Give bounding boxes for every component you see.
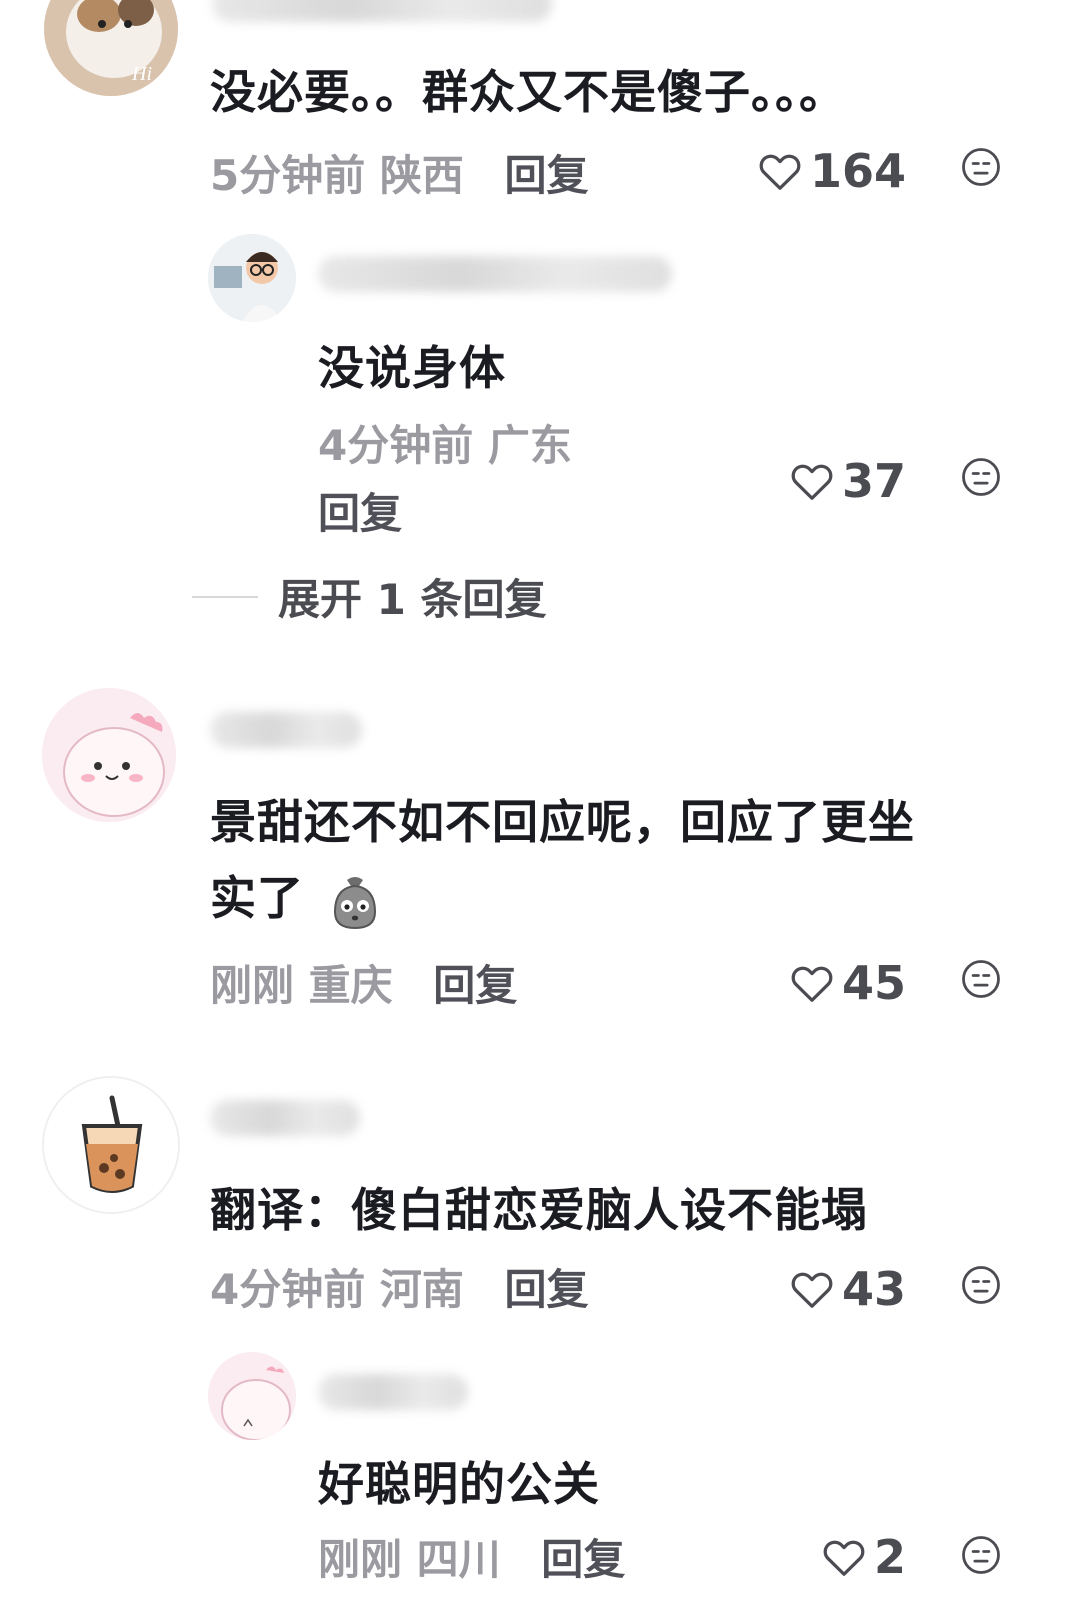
reply-meta: 4分钟前 广东 [318,412,572,473]
reply-time: 4分钟前 [318,421,474,470]
avatar[interactable] [208,234,296,322]
heart-outline-icon [791,464,833,500]
comment-meta: 5分钟前 陕西 回复 [210,142,589,203]
username-blurred[interactable]: _ [210,712,362,748]
comment-time: 5分钟前 [210,151,366,200]
like-button[interactable]: 37 [790,454,906,508]
neutral-face-icon[interactable] [960,456,1002,498]
comment-text: 没必要。。群众又不是傻子。。。 [210,65,846,119]
comment-location: 重庆 [308,961,393,1010]
username-blurred[interactable]: _ [212,0,552,22]
neutral-face-icon[interactable] [960,1264,1002,1306]
comment-text-line2: 实了 [210,862,383,932]
heart-outline-icon [791,966,833,1002]
reply-meta: 刚刚 四川 回复 [318,1526,625,1587]
like-count: 2 [874,1530,907,1584]
reply-location: 广东 [487,421,572,470]
expand-replies-button[interactable]: 展开 1 条回复 [192,566,546,627]
svg-text:Hi: Hi [131,63,152,85]
heart-outline-icon [791,1272,833,1308]
comment-text-line1: 景甜还不如不回应呢，回应了更坐 [210,795,915,849]
username-blurred[interactable]: _ [318,256,672,292]
reply-button[interactable]: 回复 [318,480,402,541]
comment-time: 刚刚 [210,961,295,1010]
comment-location: 河南 [379,1265,464,1314]
comment-meta: 刚刚 重庆 回复 [210,952,517,1013]
reply-button[interactable]: 回复 [433,961,517,1010]
like-button[interactable]: 164 [758,144,906,198]
avatar[interactable] [42,1076,180,1214]
avatar[interactable] [42,688,176,822]
heart-outline-icon [759,154,801,190]
reply-button[interactable]: 回复 [505,1265,589,1314]
comment-text: 翻译：傻白甜恋爱脑人设不能塌 [210,1183,868,1237]
comment-location: 陕西 [379,151,464,200]
reply-text: 没说身体 [318,341,506,395]
heart-outline-icon [823,1540,865,1576]
like-count: 164 [810,144,907,198]
like-button[interactable]: 45 [790,956,906,1010]
avatar[interactable]: Hi [44,0,178,96]
like-count: 45 [842,956,907,1010]
like-button[interactable]: 2 [822,1530,906,1584]
like-button[interactable]: 43 [790,1262,906,1316]
neutral-face-icon[interactable] [960,146,1002,188]
reply-time: 刚刚 [318,1535,403,1584]
like-count: 37 [842,454,907,508]
username-blurred[interactable]: _ [210,1100,360,1136]
divider [192,595,258,598]
comment-time: 4分钟前 [210,1265,366,1314]
expand-replies-label: 展开 1 条回复 [278,575,547,624]
reply-location: 四川 [416,1535,501,1584]
reply-button[interactable]: 回复 [541,1535,625,1584]
neutral-face-icon[interactable] [960,1534,1002,1576]
comment-meta: 4分钟前 河南 回复 [210,1256,589,1317]
sack-face-emoji-icon [334,876,377,929]
neutral-face-icon[interactable] [960,958,1002,1000]
reply-text: 好聪明的公关 [318,1457,600,1511]
comment-text-line2-text: 实了 [210,871,304,925]
reply-button[interactable]: 回复 [505,151,589,200]
like-count: 43 [842,1262,907,1316]
avatar[interactable] [208,1352,296,1440]
username-blurred[interactable]: _ [318,1374,468,1410]
